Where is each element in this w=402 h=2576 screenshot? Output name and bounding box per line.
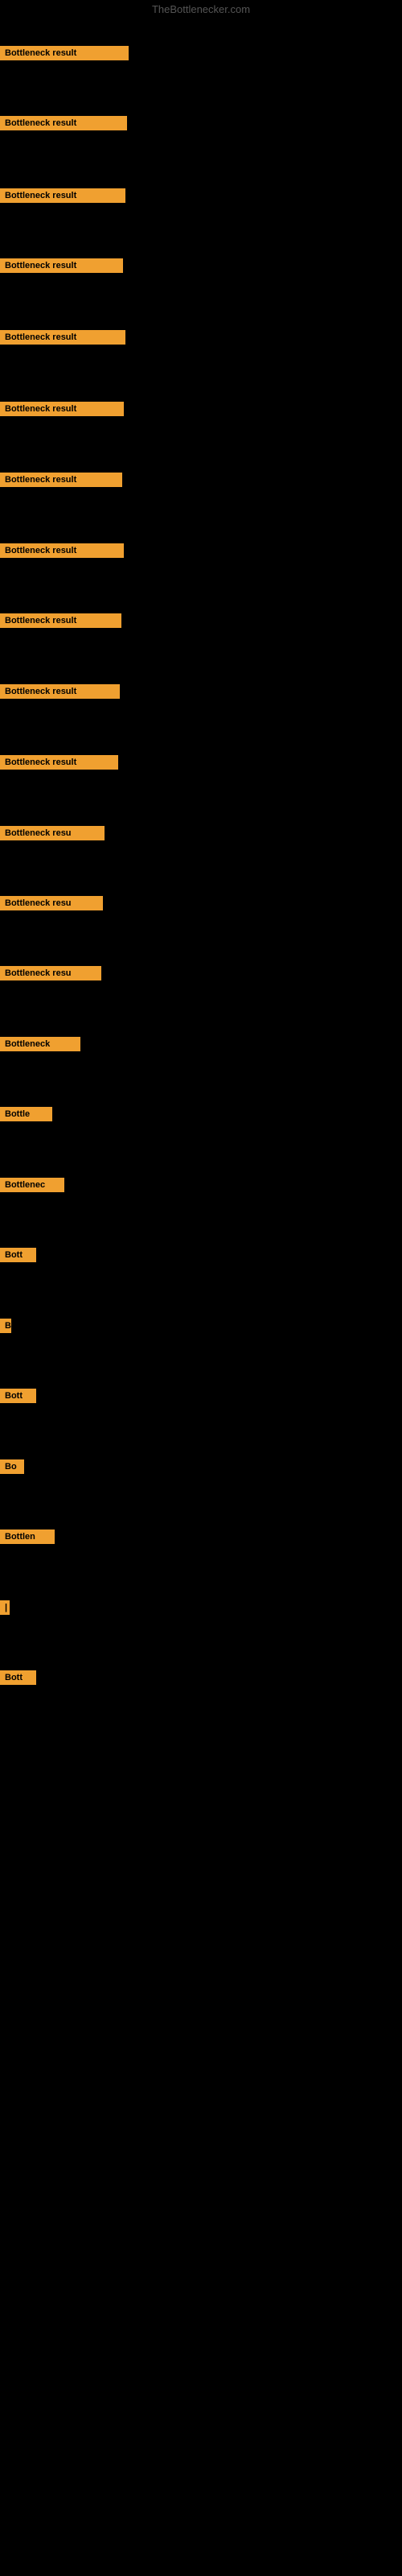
bottleneck-result-badge[interactable]: Bottleneck result <box>0 613 121 628</box>
bottleneck-result-badge[interactable]: Bottleneck result <box>0 473 122 487</box>
bottleneck-result-badge[interactable]: Bottleneck result <box>0 116 127 130</box>
bottleneck-result-badge[interactable]: Bott <box>0 1670 36 1685</box>
bottleneck-result-badge[interactable]: | <box>0 1600 10 1615</box>
bottleneck-result-badge[interactable]: Bottleneck result <box>0 46 129 60</box>
bottleneck-result-badge[interactable]: Bottleneck result <box>0 402 124 416</box>
bottleneck-result-badge[interactable]: B <box>0 1319 11 1333</box>
bottleneck-result-badge[interactable]: Bottlen <box>0 1530 55 1544</box>
bottleneck-result-badge[interactable]: Bottleneck result <box>0 330 125 345</box>
bottleneck-result-badge[interactable]: Bottleneck result <box>0 755 118 770</box>
bottleneck-result-badge[interactable]: Bottlenec <box>0 1178 64 1192</box>
bottleneck-result-badge[interactable]: Bottle <box>0 1107 52 1121</box>
bottleneck-result-badge[interactable]: Bottleneck resu <box>0 826 105 840</box>
bottleneck-result-badge[interactable]: Bottleneck result <box>0 258 123 273</box>
bottleneck-result-badge[interactable]: Bottleneck resu <box>0 896 103 910</box>
bottleneck-result-badge[interactable]: Bottleneck resu <box>0 966 101 980</box>
bottleneck-result-badge[interactable]: Bottleneck result <box>0 543 124 558</box>
bottleneck-result-badge[interactable]: Bottleneck result <box>0 684 120 699</box>
bottleneck-result-badge[interactable]: Bott <box>0 1248 36 1262</box>
bottleneck-result-badge[interactable]: Bott <box>0 1389 36 1403</box>
bottleneck-result-badge[interactable]: Bottleneck <box>0 1037 80 1051</box>
bottleneck-result-badge[interactable]: Bo <box>0 1459 24 1474</box>
site-title: TheBottlenecker.com <box>0 0 402 19</box>
bottleneck-result-badge[interactable]: Bottleneck result <box>0 188 125 203</box>
